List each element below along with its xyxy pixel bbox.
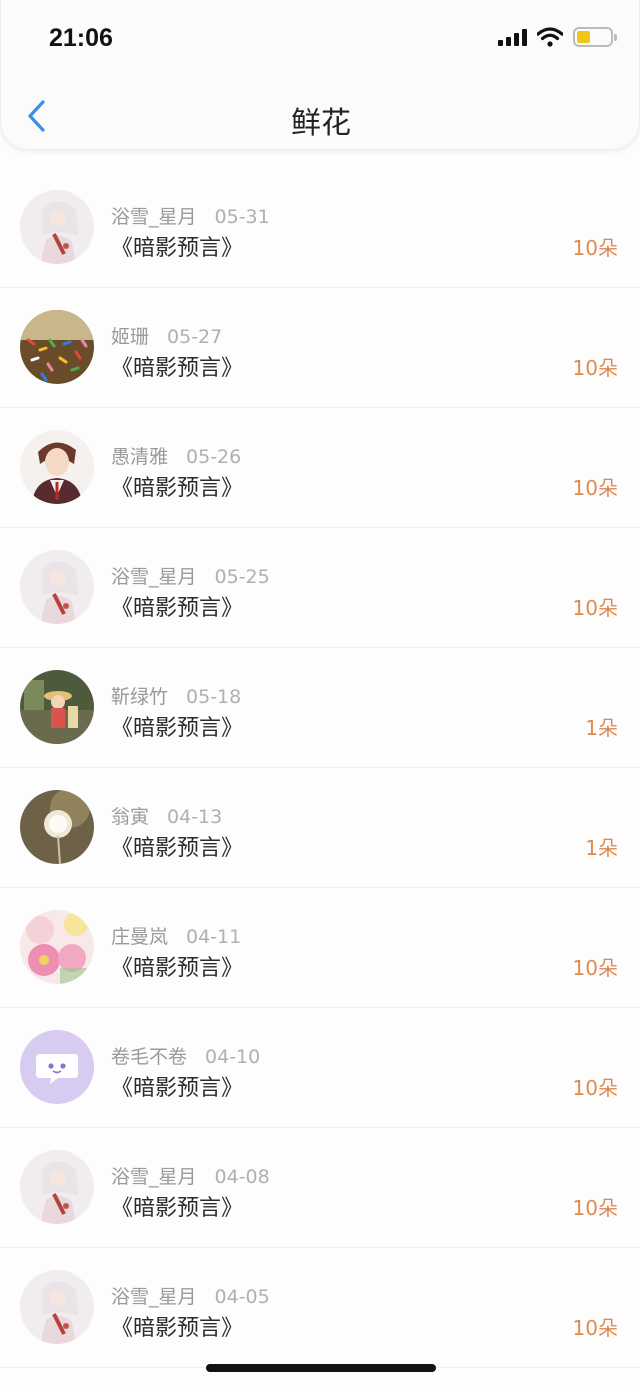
avatar[interactable]	[20, 910, 94, 984]
gift-date: 05-27	[167, 326, 223, 348]
list-item[interactable]: 愚清雅 05-26 《暗影预言》 10朵	[0, 408, 640, 528]
gift-date: 05-25	[214, 566, 270, 588]
list-item[interactable]: 靳绿竹 05-18 《暗影预言》 1朵	[0, 648, 640, 768]
gift-date: 04-08	[214, 1166, 270, 1188]
book-title: 《暗影预言》	[111, 836, 244, 861]
book-title: 《暗影预言》	[111, 1316, 244, 1341]
list-item[interactable]: 浴雪_星月 04-05 《暗影预言》 10朵	[0, 1248, 640, 1368]
avatar[interactable]	[20, 1150, 94, 1224]
battery-icon	[573, 27, 617, 47]
list-item[interactable]: 卷毛不卷 04-10 《暗影预言》 10朵	[0, 1008, 640, 1128]
gift-date: 05-18	[186, 686, 242, 708]
gift-date: 04-13	[167, 806, 223, 828]
avatar[interactable]	[20, 430, 94, 504]
list-item[interactable]: 姬珊 05-27 《暗影预言》 10朵	[0, 288, 640, 408]
user-meta: 靳绿竹 05-18	[111, 682, 241, 709]
user-name[interactable]: 庄曼岚	[111, 926, 168, 948]
home-indicator[interactable]	[206, 1364, 436, 1372]
book-title: 《暗影预言》	[111, 356, 244, 381]
gift-date: 04-10	[205, 1046, 261, 1068]
wifi-icon	[537, 27, 563, 47]
user-meta: 姬珊 05-27	[111, 322, 222, 349]
flower-count: 1朵	[585, 716, 618, 740]
flower-count: 10朵	[572, 956, 618, 980]
flower-count: 10朵	[572, 1076, 618, 1100]
list-item[interactable]: 翁寅 04-13 《暗影预言》 1朵	[0, 768, 640, 888]
user-meta: 翁寅 04-13	[111, 802, 222, 829]
avatar[interactable]	[20, 550, 94, 624]
list-item[interactable]: 浴雪_星月 05-25 《暗影预言》 10朵	[0, 528, 640, 648]
flower-count: 1朵	[585, 836, 618, 860]
avatar[interactable]	[20, 1030, 94, 1104]
list-item[interactable]: 庄曼岚 04-11 《暗影预言》 10朵	[0, 888, 640, 1008]
user-name[interactable]: 靳绿竹	[111, 686, 168, 708]
flower-list: 浴雪_星月 05-31 《暗影预言》 10朵 姬珊 05-27 《暗影预言》 10朵 愚清雅 05…	[0, 168, 640, 1368]
cellular-signal-icon	[498, 28, 527, 46]
status-time: 21:06	[49, 24, 113, 52]
book-title: 《暗影预言》	[111, 236, 244, 261]
flower-count: 10朵	[572, 596, 618, 620]
user-meta: 卷毛不卷 04-10	[111, 1042, 260, 1069]
page-title: 鲜花	[291, 106, 351, 141]
book-title: 《暗影预言》	[111, 476, 244, 501]
status-icons	[498, 27, 617, 47]
user-name[interactable]: 姬珊	[111, 326, 149, 348]
flower-count: 10朵	[572, 476, 618, 500]
user-meta: 浴雪_星月 05-25	[111, 562, 270, 589]
avatar[interactable]	[20, 790, 94, 864]
gift-date: 05-26	[186, 446, 242, 468]
user-name[interactable]: 卷毛不卷	[111, 1046, 187, 1068]
user-name[interactable]: 浴雪_星月	[111, 566, 197, 588]
flower-count: 10朵	[572, 1316, 618, 1340]
list-item[interactable]: 浴雪_星月 04-08 《暗影预言》 10朵	[0, 1128, 640, 1248]
list-item[interactable]: 浴雪_星月 05-31 《暗影预言》 10朵	[0, 168, 640, 288]
gift-date: 04-05	[214, 1286, 270, 1308]
gift-date: 05-31	[214, 206, 270, 228]
user-meta: 浴雪_星月 04-08	[111, 1162, 270, 1189]
book-title: 《暗影预言》	[111, 596, 244, 621]
book-title: 《暗影预言》	[111, 716, 244, 741]
flower-count: 10朵	[572, 1196, 618, 1220]
book-title: 《暗影预言》	[111, 956, 244, 981]
user-name[interactable]: 愚清雅	[111, 446, 168, 468]
flower-count: 10朵	[572, 236, 618, 260]
user-name[interactable]: 翁寅	[111, 806, 149, 828]
avatar[interactable]	[20, 670, 94, 744]
user-name[interactable]: 浴雪_星月	[111, 1166, 197, 1188]
user-name[interactable]: 浴雪_星月	[111, 206, 197, 228]
avatar[interactable]	[20, 1270, 94, 1344]
gift-date: 04-11	[186, 926, 242, 948]
user-meta: 愚清雅 05-26	[111, 442, 241, 469]
user-name[interactable]: 浴雪_星月	[111, 1286, 197, 1308]
user-meta: 浴雪_星月 05-31	[111, 202, 270, 229]
avatar[interactable]	[20, 310, 94, 384]
avatar[interactable]	[20, 190, 94, 264]
flower-count: 10朵	[572, 356, 618, 380]
book-title: 《暗影预言》	[111, 1076, 244, 1101]
user-meta: 庄曼岚 04-11	[111, 922, 241, 949]
user-meta: 浴雪_星月 04-05	[111, 1282, 270, 1309]
book-title: 《暗影预言》	[111, 1196, 244, 1221]
nav-header: 21:06 鲜花	[0, 0, 640, 150]
